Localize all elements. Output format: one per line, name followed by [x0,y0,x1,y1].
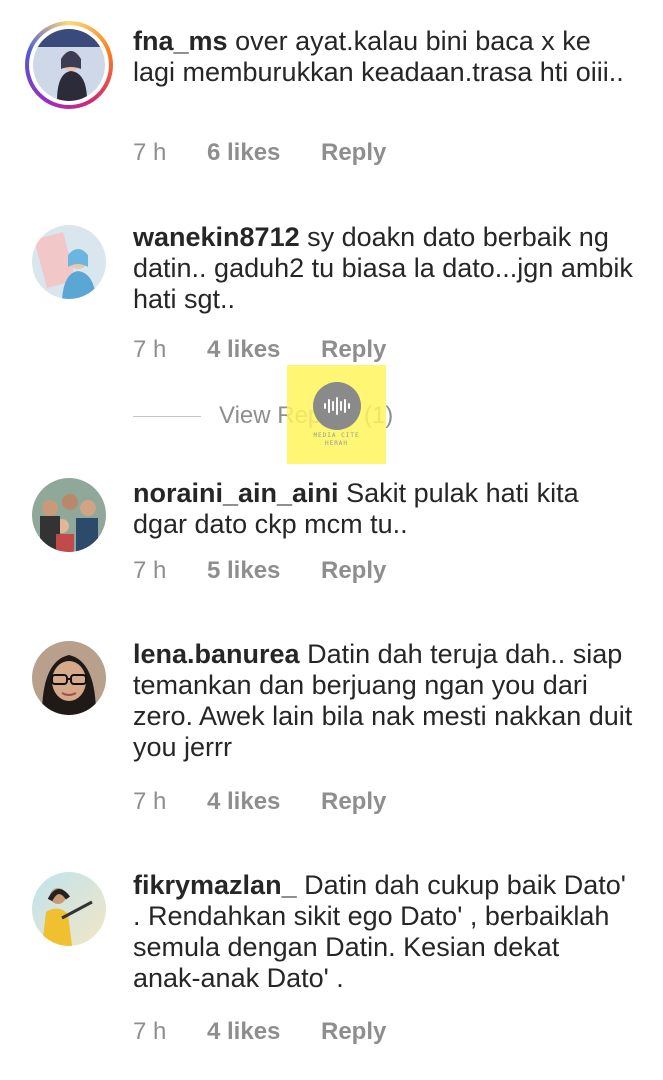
watermark-text: MEDIA CITE HERAH [313,432,359,448]
comment-username[interactable]: fna_ms [133,26,228,56]
comment-time: 7 h [133,1018,167,1045]
reply-button[interactable]: Reply [321,557,386,585]
comment-time: 7 h [133,139,167,166]
avatar[interactable] [25,21,113,109]
comment-meta: 7 h 4 likes Reply [133,1018,386,1046]
comment-likes[interactable]: 6 likes [207,139,321,167]
comment-meta: 7 h 4 likes Reply [133,788,386,816]
comment-text: noraini_ain_aini Sakit pulak hati kita d… [133,478,633,540]
comment-likes[interactable]: 4 likes [207,1018,321,1046]
comment-time: 7 h [133,336,167,363]
watermark-line1: MEDIA CITE [313,431,360,439]
comment-username[interactable]: noraini_ain_aini [133,478,339,508]
reply-button[interactable]: Reply [321,139,386,167]
comment-text: lena.banurea Datin dah teruja dah.. siap… [133,639,633,763]
comment-meta: 7 h 6 likes Reply [133,139,386,167]
comment-time: 7 h [133,557,167,584]
comment-likes[interactable]: 4 likes [207,788,321,816]
comment-text: fna_ms over ayat.kalau bini baca x ke la… [133,26,633,88]
reply-button[interactable]: Reply [321,788,386,816]
view-replies-divider [133,415,201,417]
comment-username[interactable]: wanekin8712 [133,222,300,252]
comment-likes[interactable]: 4 likes [207,336,321,364]
comment-meta: 7 h 4 likes Reply [133,336,386,364]
comment-text: wanekin8712 sy doakn dato berbaik ng dat… [133,222,633,315]
comment-likes[interactable]: 5 likes [207,557,321,585]
comment-time: 7 h [133,788,167,815]
comment-text: fikrymazlan_ Datin dah cukup baik Dato' … [133,870,633,994]
avatar[interactable] [32,641,106,715]
watermark: MEDIA CITE HERAH [287,365,386,464]
comment-meta: 7 h 5 likes Reply [133,557,386,585]
avatar-image-icon [32,872,106,946]
audio-wave-icon [312,381,361,430]
avatar[interactable] [32,478,106,552]
avatar-image-icon [32,478,106,552]
watermark-line2: HERAH [324,439,349,447]
comment-username[interactable]: lena.banurea [133,639,300,669]
avatar-image-icon [32,225,106,299]
reply-button[interactable]: Reply [321,336,386,364]
avatar-image-icon [32,641,106,715]
avatar[interactable] [32,225,106,299]
avatar[interactable] [32,872,106,946]
comment-username[interactable]: fikrymazlan_ [133,870,297,900]
reply-button[interactable]: Reply [321,1018,386,1046]
avatar-image-icon [33,29,105,101]
